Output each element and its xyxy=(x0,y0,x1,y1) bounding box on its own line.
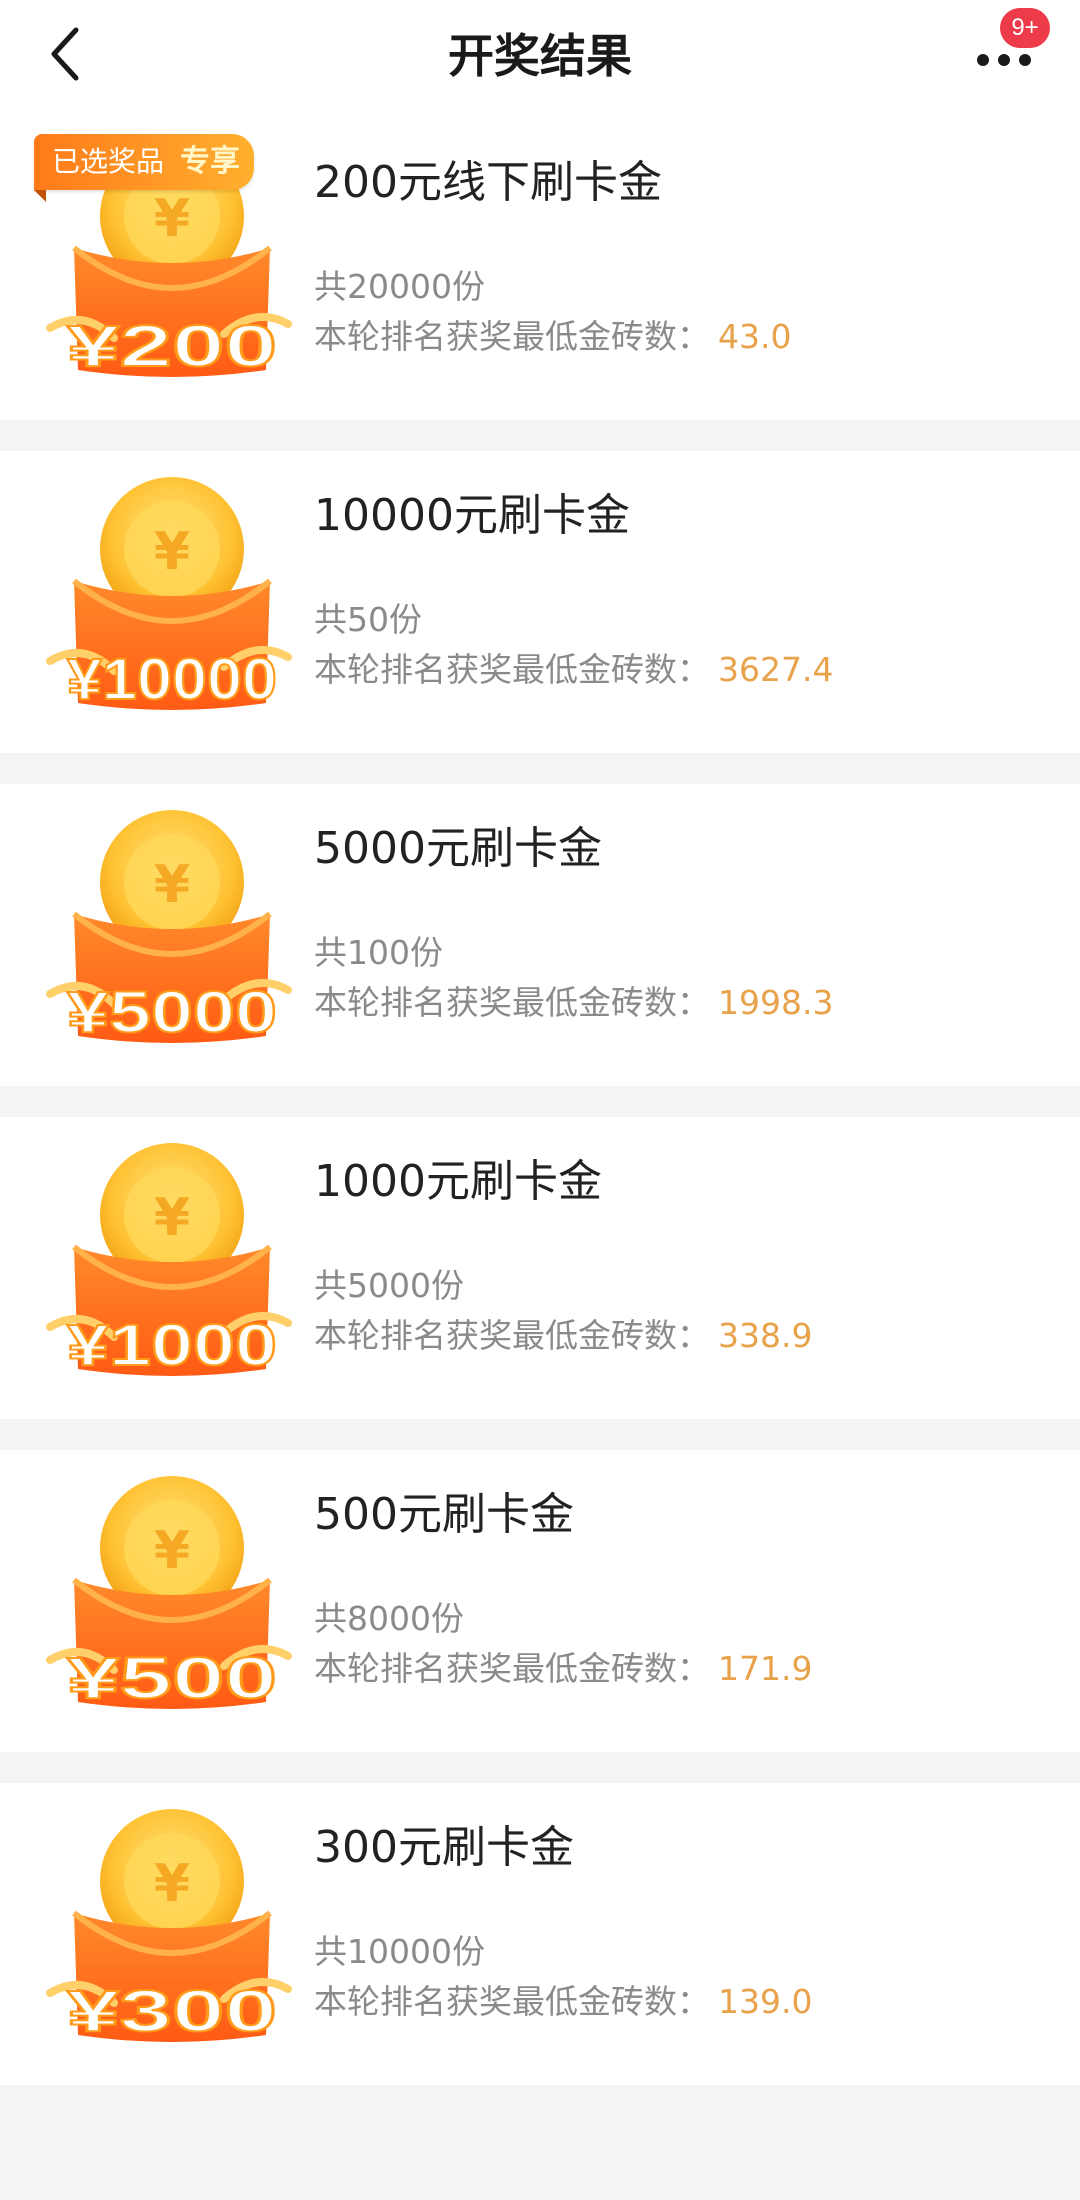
prize-rank-row: 本轮排名获奖最低金砖数： 43.0 xyxy=(314,314,791,360)
prize-rank-row: 本轮排名获奖最低金砖数： 139.0 xyxy=(314,1979,812,2025)
prize-card[interactable]: ¥ ¥300 300元刷卡金共10000份本轮排名获奖最低金砖数： 139.0 xyxy=(0,1783,1080,2085)
prize-rank-row: 本轮排名获奖最低金砖数： 338.9 xyxy=(314,1313,812,1359)
chevron-left-icon xyxy=(51,27,79,81)
more-dot xyxy=(998,54,1010,66)
rank-label: 本轮排名获奖最低金砖数： xyxy=(314,983,710,1022)
rank-value: 1998.3 xyxy=(718,983,834,1022)
rank-value: 338.9 xyxy=(718,1316,813,1355)
prize-count: 共10000份 xyxy=(314,1932,485,1971)
prize-name: 10000元刷卡金 xyxy=(314,490,630,541)
rank-label: 本轮排名获奖最低金砖数： xyxy=(314,1649,710,1688)
prize-count: 共8000份 xyxy=(314,1599,464,1638)
coin-red-envelope-icon: ¥ ¥500 xyxy=(46,1476,292,1712)
svg-text:¥: ¥ xyxy=(154,1854,190,1914)
prize-amount-label: ¥200 xyxy=(67,314,277,379)
prize-amount-label: ¥500 xyxy=(67,1646,277,1711)
rank-value: 3627.4 xyxy=(718,650,834,689)
selected-tag-accent: 专享 xyxy=(180,144,241,179)
notification-badge: 9+ xyxy=(1000,8,1050,48)
more-dot xyxy=(1019,54,1031,66)
prize-card[interactable]: ¥ ¥1000 1000元刷卡金共5000份本轮排名获奖最低金砖数： 338.9 xyxy=(0,1117,1080,1419)
prize-name: 1000元刷卡金 xyxy=(314,1156,602,1207)
prize-card[interactable]: ¥ ¥10000 10000元刷卡金共50份本轮排名获奖最低金砖数： 3627.4 xyxy=(0,451,1080,753)
rank-value: 43.0 xyxy=(718,317,792,356)
prize-name: 300元刷卡金 xyxy=(314,1822,574,1873)
svg-text:¥: ¥ xyxy=(154,189,190,249)
prize-name: 5000元刷卡金 xyxy=(314,823,602,874)
prize-count: 共100份 xyxy=(314,933,443,972)
rank-label: 本轮排名获奖最低金砖数： xyxy=(314,1316,710,1355)
prize-amount-label: ¥10000 xyxy=(67,647,277,712)
svg-text:¥: ¥ xyxy=(154,855,190,915)
selected-tag-label: 已选奖品 xyxy=(52,145,165,178)
prize-name: 200元线下刷卡金 xyxy=(314,157,662,208)
rank-label: 本轮排名获奖最低金砖数： xyxy=(314,650,710,689)
svg-text:¥: ¥ xyxy=(154,1521,190,1581)
coin-red-envelope-icon: ¥ ¥10000 xyxy=(46,477,292,713)
app-header: 开奖结果 9+ xyxy=(0,0,1080,118)
prize-card[interactable]: ¥ ¥200 已选奖品 专享 200元线下刷卡金共20000份本轮排名获奖最低金砖数： 4… xyxy=(0,118,1080,420)
prize-rank-row: 本轮排名获奖最低金砖数： 1998.3 xyxy=(314,980,833,1026)
coin-red-envelope-icon: ¥ ¥5000 xyxy=(46,810,292,1046)
prize-name: 500元刷卡金 xyxy=(314,1489,574,1540)
selected-prize-tag: 已选奖品 专享 xyxy=(34,134,255,202)
prize-rank-row: 本轮排名获奖最低金砖数： 3627.4 xyxy=(314,647,833,693)
coin-red-envelope-icon: ¥ ¥1000 xyxy=(46,1143,292,1379)
prize-count: 共20000份 xyxy=(314,267,485,306)
more-horizontal-icon xyxy=(977,54,989,66)
coin-red-envelope-icon: ¥ ¥300 xyxy=(46,1809,292,2045)
prize-list: ¥ ¥200 已选奖品 专享 200元线下刷卡金 共20000份 本轮排名获奖最低金砖数： 4… xyxy=(0,118,1080,2116)
prize-card[interactable]: ¥ ¥5000 5000元刷卡金共100份本轮排名获奖最低金砖数： 1998.3 xyxy=(0,784,1080,1086)
svg-text:¥: ¥ xyxy=(154,1188,190,1248)
prize-amount-label: ¥5000 xyxy=(67,980,277,1045)
svg-text:¥: ¥ xyxy=(154,522,190,582)
prize-amount-label: ¥300 xyxy=(67,1979,277,2044)
rank-value: 139.0 xyxy=(718,1982,813,2021)
prize-card[interactable]: ¥ ¥500 500元刷卡金共8000份本轮排名获奖最低金砖数： 171.9 xyxy=(0,1450,1080,1752)
back-button[interactable] xyxy=(36,22,100,86)
prize-rank-row: 本轮排名获奖最低金砖数： 171.9 xyxy=(314,1646,812,1692)
prize-count: 共5000份 xyxy=(314,1266,464,1305)
rank-label: 本轮排名获奖最低金砖数： xyxy=(314,317,710,356)
prize-count: 共50份 xyxy=(314,600,422,639)
rank-value: 171.9 xyxy=(718,1649,813,1688)
rank-label: 本轮排名获奖最低金砖数： xyxy=(314,1982,710,2021)
page-title: 开奖结果 xyxy=(448,29,632,83)
prize-amount-label: ¥1000 xyxy=(67,1313,277,1378)
